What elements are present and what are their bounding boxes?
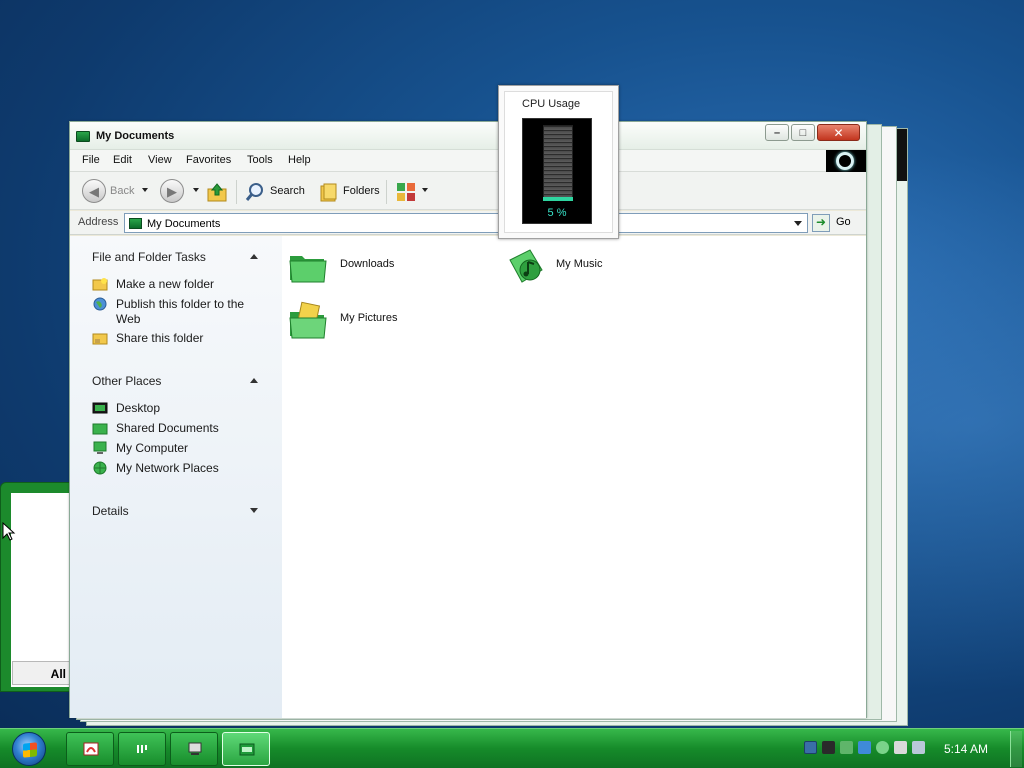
share-folder-icon [92, 333, 108, 345]
toolbar: ◀ Back ▶ Search Folders [70, 172, 866, 210]
show-desktop-button[interactable] [1010, 731, 1022, 767]
cpu-meter-fill [543, 197, 573, 201]
folders-icon[interactable] [318, 181, 340, 203]
network-icon[interactable] [822, 741, 835, 754]
other-places-header[interactable]: Other Places [92, 374, 258, 388]
views-dropdown-icon[interactable] [422, 188, 428, 192]
go-button[interactable]: Go [836, 216, 851, 228]
minimize-button[interactable]: – [765, 124, 789, 141]
my-documents-icon [239, 743, 255, 756]
menu-file[interactable]: File [82, 154, 100, 166]
security-icon[interactable] [858, 741, 871, 754]
go-arrow-icon[interactable]: ➜ [812, 214, 830, 232]
folders-button[interactable]: Folders [343, 185, 380, 197]
collapse-chevron-icon[interactable] [250, 254, 258, 259]
file-view[interactable]: Downloads My Music My Pictures [282, 236, 866, 718]
keyboard-icon[interactable] [922, 741, 932, 754]
search-button[interactable]: Search [270, 185, 305, 197]
clock[interactable]: 5:14 AM [944, 742, 988, 756]
cpu-usage-gadget[interactable]: CPU Usage 5 % [498, 85, 619, 239]
forward-dropdown-icon[interactable] [193, 188, 199, 192]
network-icon [93, 461, 107, 475]
system-tray [802, 739, 932, 757]
gadget-title: CPU Usage [522, 98, 581, 110]
folder-icon [289, 256, 327, 283]
address-input[interactable]: My Documents [124, 213, 808, 233]
window-title: My Documents [96, 130, 175, 142]
search-icon[interactable] [244, 181, 266, 203]
menu-edit[interactable]: Edit [113, 154, 132, 166]
taskbar-button-my-documents[interactable] [222, 732, 270, 766]
address-bar: Address My Documents ➜ Go [70, 211, 866, 235]
menu-favorites[interactable]: Favorites [186, 154, 231, 166]
maximize-button[interactable]: □ [791, 124, 815, 141]
cpu-percent: 5 % [547, 207, 567, 219]
windows-logo-icon [826, 150, 866, 172]
folder-icon [76, 131, 90, 142]
explorer-window: My Documents – □ ✕ File Edit View Favori… [69, 121, 867, 718]
expand-chevron-icon[interactable] [250, 508, 258, 513]
task-pane: File and Folder Tasks Make a new folder … [70, 236, 282, 718]
back-arrow-icon[interactable]: ◀ [82, 179, 106, 203]
meter-grid [543, 125, 573, 201]
computer-icon [93, 441, 107, 454]
menu-bar: File Edit View Favorites Tools Help [70, 150, 866, 172]
menu-help[interactable]: Help [288, 154, 311, 166]
address-value: My Documents [147, 218, 221, 230]
back-dropdown-icon[interactable] [142, 188, 148, 192]
all-button[interactable]: All [12, 661, 70, 685]
folder-icon [129, 218, 142, 229]
forward-arrow-icon[interactable]: ▶ [160, 179, 184, 203]
pictures-folder-icon [289, 301, 327, 339]
taskbar-button-pdf[interactable] [66, 732, 114, 766]
square-icon[interactable] [804, 741, 817, 754]
views-icon[interactable] [395, 181, 421, 203]
sync-icon[interactable] [876, 741, 889, 754]
globe-icon [93, 297, 107, 311]
menu-tools[interactable]: Tools [247, 154, 273, 166]
address-dropdown-icon[interactable] [794, 221, 802, 226]
usb-icon[interactable] [840, 741, 853, 754]
collapse-chevron-icon[interactable] [250, 378, 258, 383]
menu-view[interactable]: View [148, 154, 172, 166]
address-label: Address [78, 216, 119, 228]
media-icon [137, 745, 147, 753]
pdf-reader-icon [83, 742, 99, 756]
computer-icon [188, 742, 202, 755]
windows-flag-icon [23, 742, 37, 758]
new-folder-icon [92, 278, 108, 291]
title-bar[interactable]: My Documents – □ ✕ [70, 122, 866, 150]
cpu-meter: 5 % [522, 118, 592, 224]
close-button[interactable]: ✕ [817, 124, 860, 141]
taskbar-button-media[interactable] [118, 732, 166, 766]
file-folder-tasks-header[interactable]: File and Folder Tasks [92, 250, 258, 264]
shared-folder-icon [92, 423, 108, 435]
mouse-cursor-icon [2, 522, 16, 541]
up-folder-icon[interactable] [206, 181, 228, 203]
taskbar: 5:14 AM [0, 728, 1024, 768]
start-button[interactable] [12, 732, 46, 766]
volume-icon[interactable] [894, 741, 907, 754]
music-folder-icon [509, 249, 543, 283]
desktop-icon [92, 402, 108, 414]
details-header[interactable]: Details [92, 504, 258, 518]
back-button[interactable]: Back [110, 185, 134, 197]
taskbar-button-computer[interactable] [170, 732, 218, 766]
